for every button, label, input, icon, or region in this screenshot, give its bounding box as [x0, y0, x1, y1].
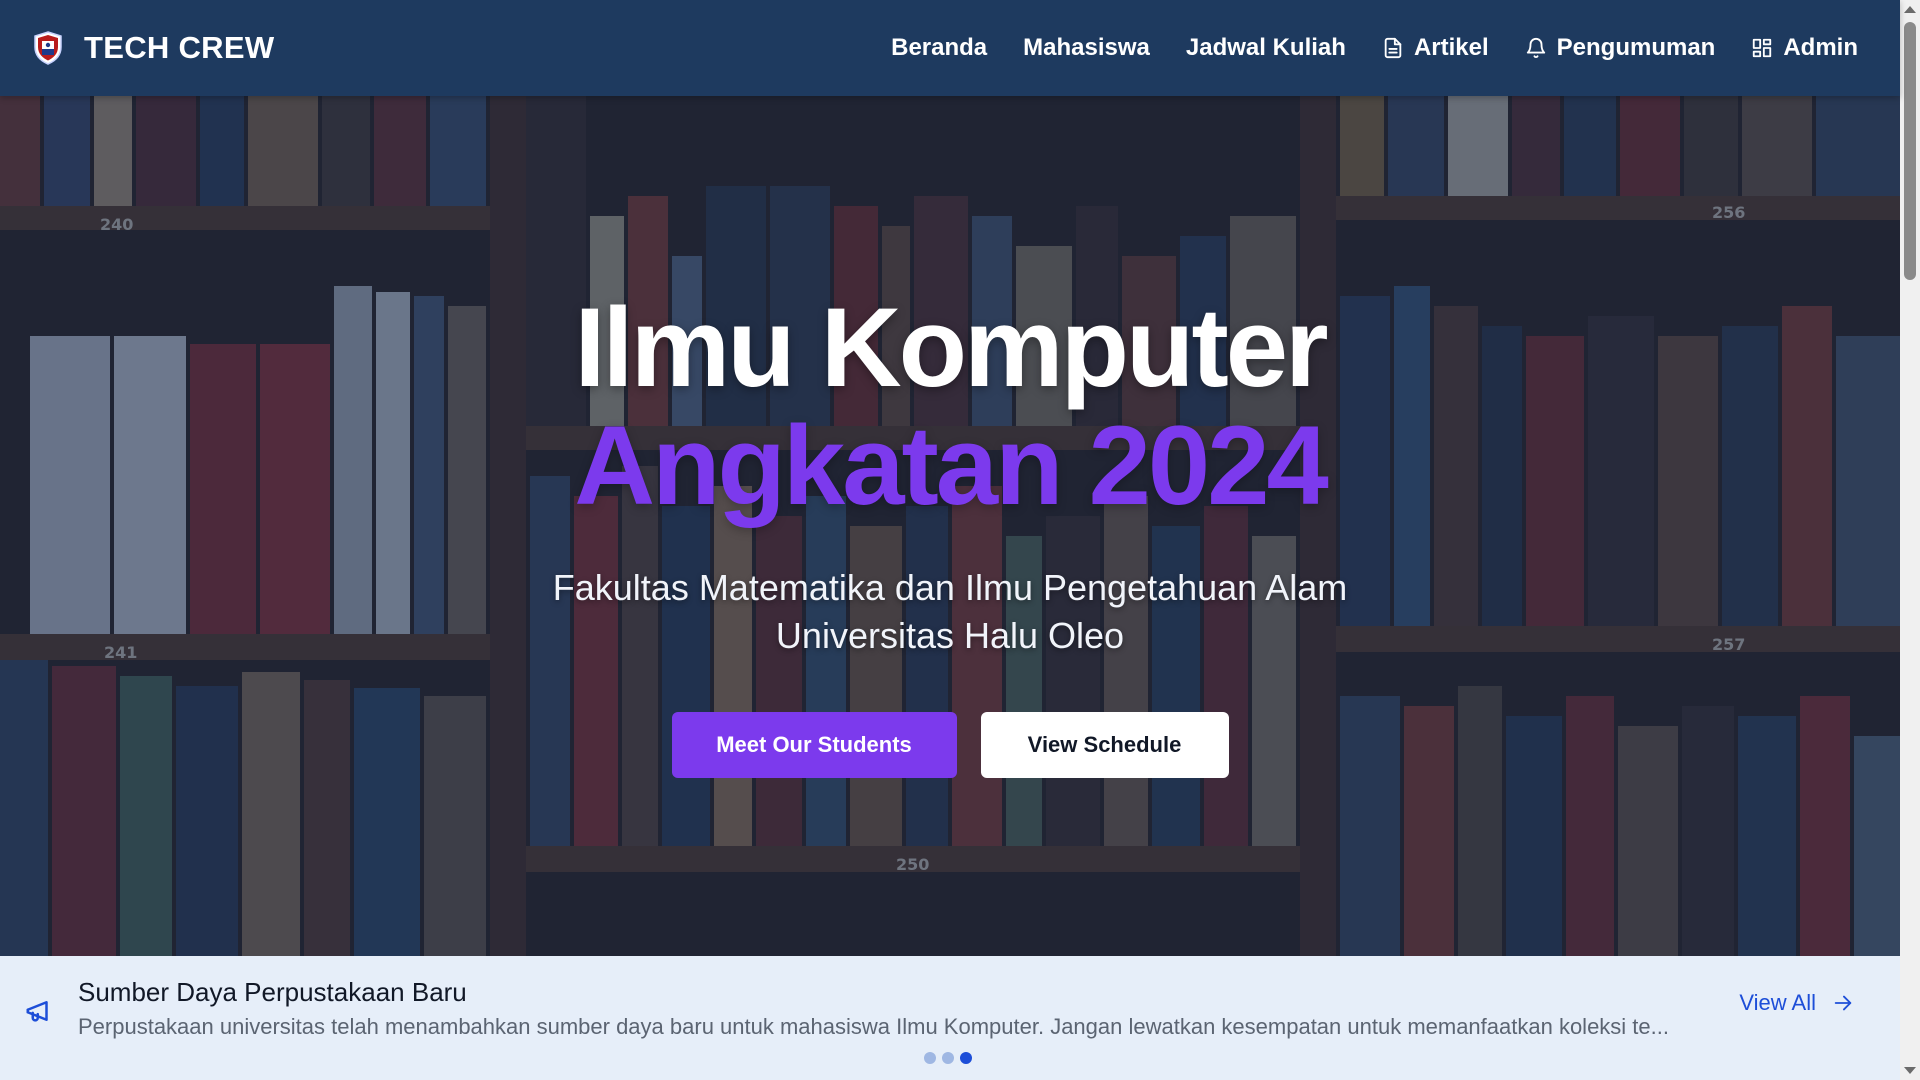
hero-buttons: Meet Our Students View Schedule — [671, 712, 1229, 778]
nav-label: Jadwal Kuliah — [1185, 34, 1346, 61]
announcement-text: Perpustakaan universitas telah menambahk… — [78, 1014, 1669, 1039]
megaphone-icon — [26, 1001, 48, 1022]
hero-description-line1: Fakultas Matematika dan Ilmu Pengetahuan… — [552, 567, 1348, 608]
hero-subtitle: Angkatan 2024 — [574, 403, 1329, 528]
bell-icon — [1526, 38, 1545, 59]
view-all-link[interactable]: View All — [1739, 990, 1854, 1016]
nav-artikel[interactable]: Artikel — [1364, 0, 1507, 96]
scroll-up-arrow-icon[interactable] — [1904, 6, 1916, 13]
top-navbar: TECH CREW Beranda Mahasiswa Jadwal Kulia… — [0, 0, 1900, 96]
nav-label: Beranda — [891, 34, 988, 61]
main-nav: Beranda Mahasiswa Jadwal Kuliah Artikel … — [873, 0, 1876, 96]
announcement-body[interactable]: Sumber Daya Perpustakaan Baru Perpustaka… — [78, 976, 1698, 1042]
nav-label: Mahasiswa — [1023, 34, 1150, 61]
hero-description: Fakultas Matematika dan Ilmu Pengetahuan… — [553, 564, 1347, 660]
announcement-bar: Sumber Daya Perpustakaan Baru Perpustaka… — [0, 956, 1900, 1080]
scroll-down-arrow-icon[interactable] — [1904, 1067, 1916, 1074]
nav-label: Artikel — [1413, 34, 1489, 61]
shield-logo-icon — [34, 31, 62, 65]
page-scrollbar[interactable] — [1900, 0, 1920, 1080]
carousel-dots — [924, 1052, 972, 1064]
arrow-right-icon — [1834, 995, 1852, 1011]
nav-beranda[interactable]: Beranda — [873, 0, 1005, 96]
view-schedule-button[interactable]: View Schedule — [980, 712, 1229, 778]
brand[interactable]: TECH CREW — [32, 30, 274, 66]
carousel-dot[interactable] — [924, 1052, 936, 1064]
document-icon — [1384, 37, 1402, 59]
carousel-dot-active[interactable] — [960, 1052, 972, 1064]
view-all-label: View All — [1739, 990, 1816, 1015]
grid-icon — [1753, 38, 1772, 58]
brand-name: TECH CREW — [84, 30, 275, 65]
hero-section: 240 241 250 256 257 Ilmu Komputer Angkat… — [0, 96, 1900, 956]
scroll-thumb[interactable] — [1904, 22, 1916, 280]
carousel-dot[interactable] — [942, 1052, 954, 1064]
announcement-title: Sumber Daya Perpustakaan Baru — [78, 977, 467, 1007]
hero-description-line2: Universitas Halu Oleo — [775, 615, 1125, 656]
hero-content: Ilmu Komputer Angkatan 2024 Fakultas Mat… — [0, 96, 1900, 956]
nav-label: Admin — [1783, 34, 1858, 61]
nav-mahasiswa[interactable]: Mahasiswa — [1005, 0, 1168, 96]
nav-jadwal-kuliah[interactable]: Jadwal Kuliah — [1168, 0, 1364, 96]
hero-title: Ilmu Komputer — [574, 285, 1328, 410]
nav-admin[interactable]: Admin — [1733, 0, 1876, 96]
nav-pengumuman[interactable]: Pengumuman — [1507, 0, 1734, 96]
meet-students-button[interactable]: Meet Our Students — [671, 712, 957, 778]
nav-label: Pengumuman — [1556, 34, 1716, 61]
